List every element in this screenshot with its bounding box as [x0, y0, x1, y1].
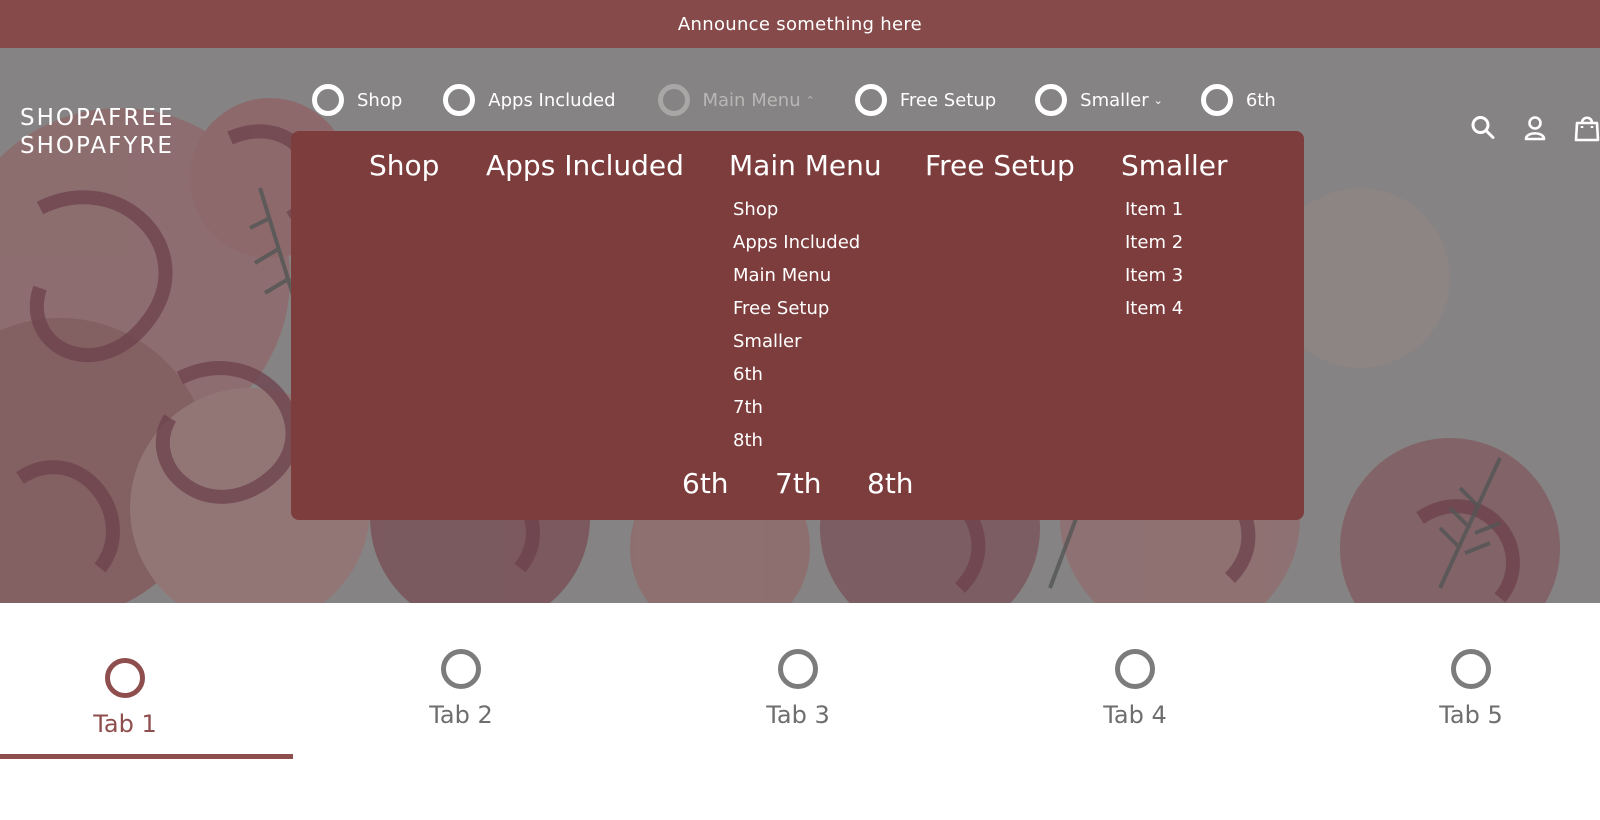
mega-menu-heading-free-setup[interactable]: Free Setup [925, 149, 1075, 182]
tab-label: Tab 5 [1439, 701, 1503, 729]
tab-2[interactable]: Tab 2 [391, 649, 531, 729]
tab-label: Tab 1 [93, 710, 157, 738]
mega-menu-link[interactable]: Item 1 [1125, 199, 1183, 220]
announcement-text: Announce something here [677, 13, 923, 35]
nav-item-shop[interactable]: Shop [312, 84, 402, 116]
mega-menu-heading-shop[interactable]: Shop [369, 149, 439, 182]
account-icon[interactable] [1522, 114, 1548, 142]
tab-4[interactable]: Tab 4 [1065, 649, 1205, 729]
nav-label: Free Setup [899, 89, 997, 111]
tab-1[interactable]: Tab 1 [55, 658, 195, 738]
logo-line-2: SHOPAFYRE [20, 133, 174, 159]
circle-icon [443, 84, 476, 116]
main-navigation: Shop Apps Included Main Menu ⌃ Free Setu… [312, 80, 1312, 120]
circle-icon [1035, 84, 1068, 116]
circle-icon [657, 84, 690, 116]
circle-icon [854, 84, 887, 116]
circle-icon [1451, 649, 1491, 689]
mega-menu-bottom-link-7th[interactable]: 7th [775, 467, 822, 500]
nav-label: 6th [1245, 89, 1276, 111]
active-tab-underline [0, 754, 293, 759]
tab-5[interactable]: Tab 5 [1401, 649, 1541, 729]
mega-menu-link[interactable]: Apps Included [733, 232, 860, 253]
mega-menu-link[interactable]: Free Setup [733, 298, 829, 319]
tab-label: Tab 2 [429, 701, 493, 729]
mega-menu-link[interactable]: 8th [733, 430, 763, 451]
search-icon[interactable] [1470, 114, 1496, 142]
circle-icon [312, 84, 344, 116]
mega-menu-link[interactable]: Item 2 [1125, 232, 1183, 253]
nav-item-main-menu[interactable]: Main Menu ⌃ [657, 84, 815, 116]
mega-menu-link[interactable]: Smaller [733, 331, 801, 352]
nav-label: Main Menu [702, 89, 801, 111]
mega-menu-heading-apps-included[interactable]: Apps Included [486, 149, 684, 182]
mega-menu-bottom-link-6th[interactable]: 6th [682, 467, 729, 500]
mega-menu-link[interactable]: Shop [733, 199, 778, 220]
circle-icon [778, 649, 818, 689]
mega-menu-bottom-link-8th[interactable]: 8th [867, 467, 914, 500]
nav-item-smaller[interactable]: Smaller ⌄ [1035, 84, 1163, 116]
mega-menu-link[interactable]: Item 4 [1125, 298, 1183, 319]
circle-icon [1200, 84, 1233, 116]
store-logo[interactable]: SHOPAFREE SHOPAFYRE [20, 104, 220, 160]
logo-line-1: SHOPAFREE [20, 105, 175, 131]
mega-menu-heading-smaller[interactable]: Smaller [1121, 149, 1228, 182]
header-icons [1444, 114, 1600, 142]
mega-menu-dropdown: Shop Apps Included Main Menu Free Setup … [291, 131, 1304, 520]
tabs-section: Tab 1 Tab 2 Tab 3 Tab 4 Tab 5 [0, 603, 1600, 820]
circle-icon [441, 649, 481, 689]
announcement-bar: Announce something here [0, 0, 1600, 48]
nav-label: Smaller [1080, 89, 1149, 111]
mega-menu-link[interactable]: Main Menu [733, 265, 831, 286]
tab-label: Tab 3 [766, 701, 830, 729]
mega-menu-link[interactable]: 7th [733, 397, 763, 418]
tab-3[interactable]: Tab 3 [728, 649, 868, 729]
mega-menu-link[interactable]: Item 3 [1125, 265, 1183, 286]
nav-item-free-setup[interactable]: Free Setup [854, 84, 997, 116]
nav-item-6th[interactable]: 6th [1200, 84, 1276, 116]
mega-menu-heading-main-menu[interactable]: Main Menu [729, 149, 882, 182]
chevron-up-icon: ⌃ [805, 93, 815, 107]
mega-menu-link[interactable]: 6th [733, 364, 763, 385]
tab-label: Tab 4 [1103, 701, 1167, 729]
cart-icon[interactable] [1574, 114, 1600, 142]
nav-item-apps-included[interactable]: Apps Included [443, 84, 616, 116]
circle-icon [1115, 649, 1155, 689]
nav-label: Shop [357, 89, 403, 111]
chevron-down-icon: ⌄ [1153, 93, 1163, 107]
nav-label: Apps Included [488, 89, 616, 111]
circle-icon [105, 658, 145, 698]
